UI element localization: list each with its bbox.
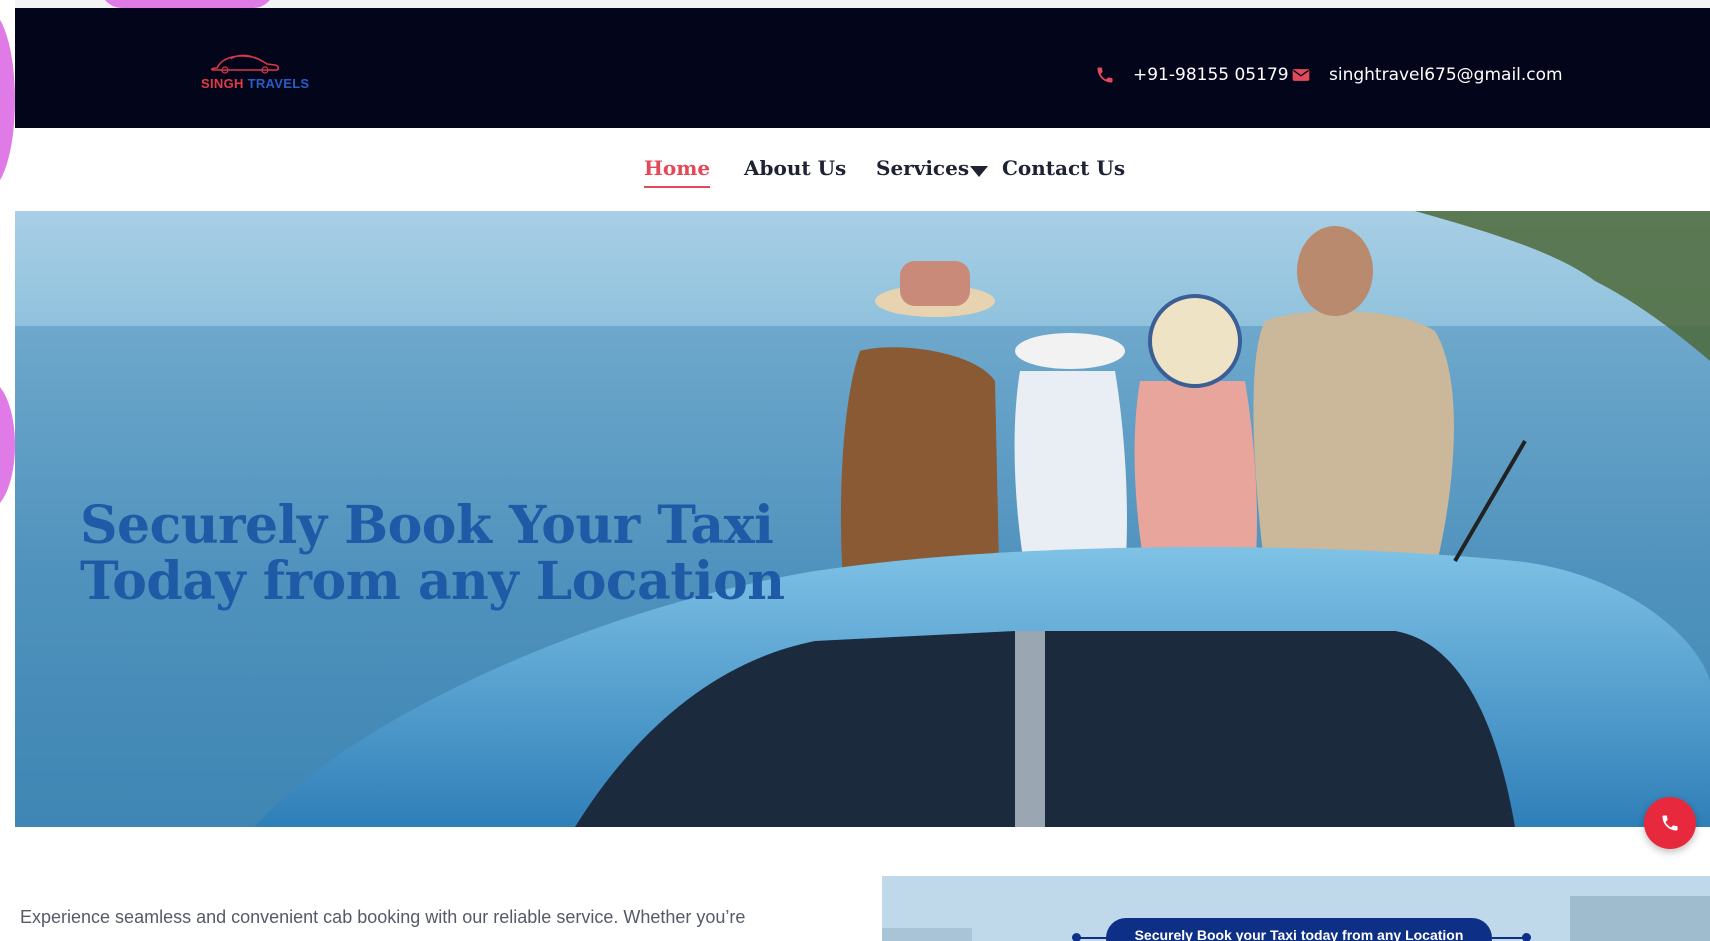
promo-dot-left xyxy=(1072,933,1081,941)
email-address: singhtravel675@gmail.com xyxy=(1329,65,1563,85)
promo-dot-right xyxy=(1522,933,1531,941)
nav-services[interactable]: Services xyxy=(876,156,969,180)
nav-contact-us[interactable]: Contact Us xyxy=(1002,156,1125,180)
nav-about-us[interactable]: About Us xyxy=(744,156,846,180)
main-navigation: Home About Us Services Contact Us xyxy=(15,128,1710,211)
envelope-icon xyxy=(1292,69,1310,81)
promo-line-right xyxy=(1492,937,1526,939)
car-logo-icon xyxy=(211,54,280,74)
hero-banner: Securely Book Your Taxi Today from any L… xyxy=(15,211,1710,827)
decorative-top-shape xyxy=(100,0,275,8)
hero-title-line1: Securely Book Your Taxi xyxy=(80,494,774,556)
hero-title-line2: Today from any Location xyxy=(80,550,785,612)
logo-text: SINGH TRAVELS xyxy=(201,76,309,91)
floating-call-button[interactable] xyxy=(1644,797,1696,849)
nav-home[interactable]: Home xyxy=(644,156,711,188)
top-bar: SINGH TRAVELS +91-98155 05179 singhtrave… xyxy=(15,8,1710,128)
promo-image: Securely Book your Taxi today from any L… xyxy=(882,876,1710,941)
phone-number: +91-98155 05179 xyxy=(1133,65,1289,85)
chevron-down-icon[interactable] xyxy=(970,166,988,177)
promo-buildings-left xyxy=(882,928,972,941)
email-link[interactable]: singhtravel675@gmail.com xyxy=(1291,60,1563,90)
logo-word-travels: TRAVELS xyxy=(247,76,310,91)
brand-logo[interactable]: SINGH TRAVELS xyxy=(187,46,309,96)
phone-link[interactable]: +91-98155 05179 xyxy=(1095,60,1289,90)
top-gap xyxy=(15,0,1710,8)
phone-icon xyxy=(1662,815,1678,831)
phone-icon xyxy=(1097,67,1113,83)
decorative-left-strip xyxy=(0,0,15,941)
hero-title: Securely Book Your Taxi Today from any L… xyxy=(80,494,800,612)
logo-word-singh: SINGH xyxy=(201,76,244,91)
promo-pill-text: Securely Book your Taxi today from any L… xyxy=(1106,918,1492,941)
promo-buildings xyxy=(1570,896,1710,941)
intro-paragraph: Experience seamless and convenient cab b… xyxy=(20,907,746,927)
